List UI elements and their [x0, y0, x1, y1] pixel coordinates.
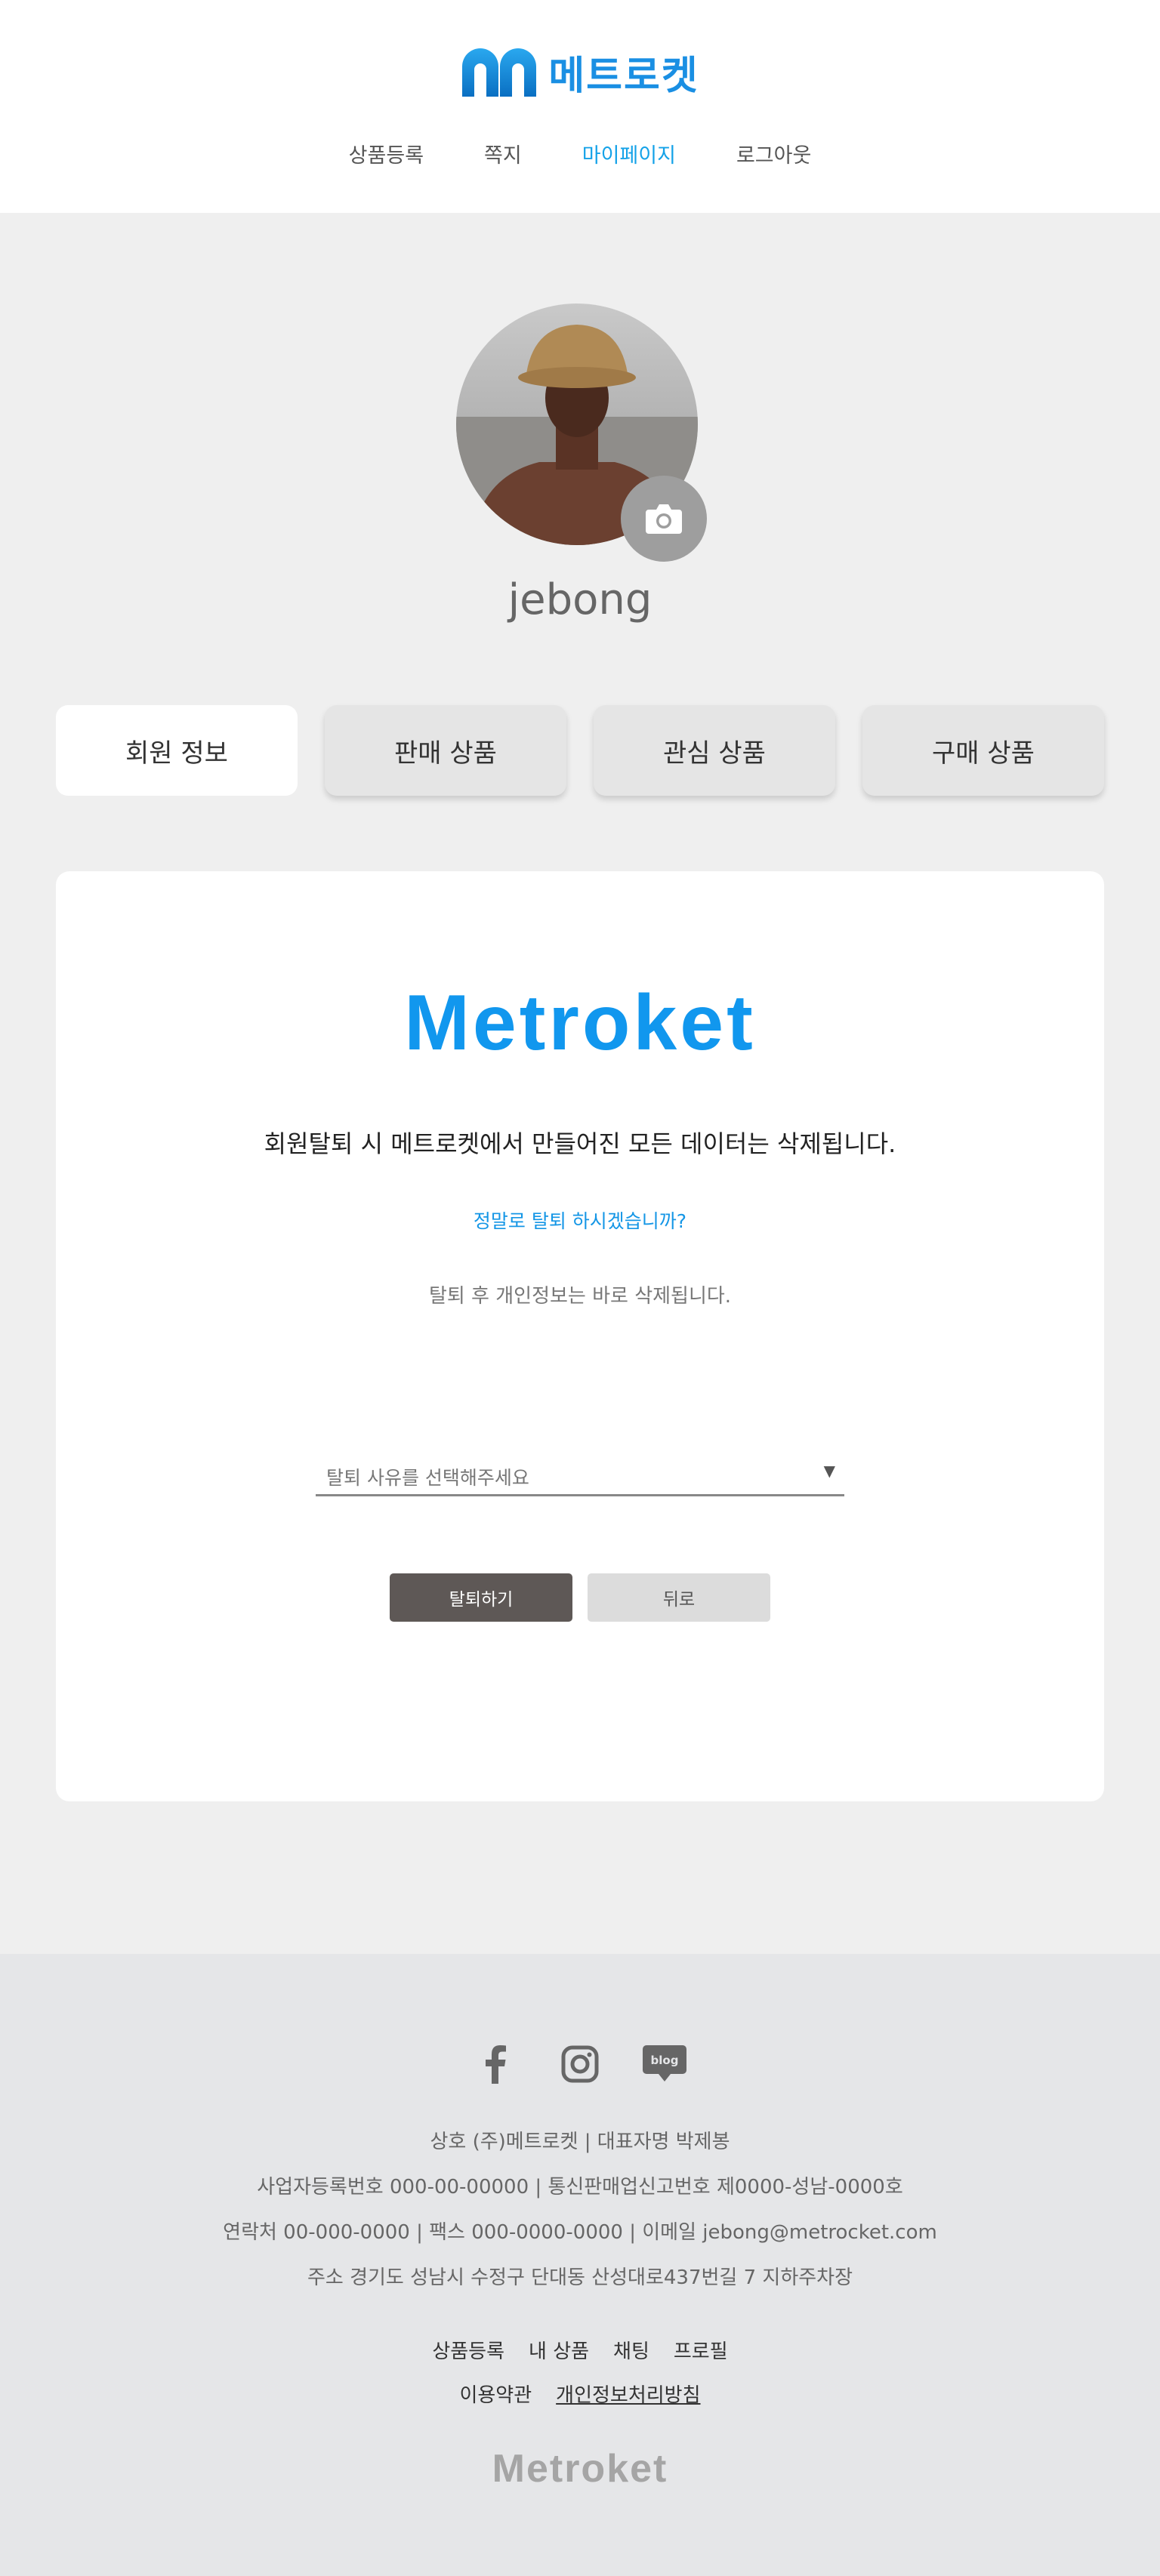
site-footer: blog 상호 (주)메트로켓 | 대표자명 박제봉 사업자등록번호 000-0… [0, 1954, 1160, 2576]
chevron-down-icon: ▼ [823, 1462, 835, 1480]
logo-mark-icon [462, 48, 537, 97]
site-logo[interactable]: 메트로켓 [0, 44, 1160, 100]
site-header: 메트로켓 상품등록 쪽지 마이페이지 로그아웃 [0, 0, 1160, 213]
social-links: blog [0, 2041, 1160, 2087]
mypage-tabs: 회원 정보 판매 상품 관심 상품 구매 상품 [56, 705, 1104, 796]
profile-username: jebong [508, 575, 652, 624]
withdraw-reason-placeholder: 탈퇴 사유를 선택해주세요 [326, 1467, 529, 1489]
facebook-icon[interactable] [473, 2041, 518, 2087]
tab-purchased-products[interactable]: 구매 상품 [862, 705, 1104, 796]
back-button[interactable]: 뒤로 [588, 1573, 770, 1622]
withdraw-card: Metroket 회원탈퇴 시 메트로켓에서 만들어진 모든 데이터는 삭제됩니… [56, 871, 1104, 1801]
camera-icon [646, 504, 682, 534]
nav-register-product[interactable]: 상품등록 [349, 139, 424, 168]
company-info-line-4: 주소 경기도 성남시 수정구 단대동 산성대로437번길 7 지하주차장 [307, 2266, 853, 2289]
withdraw-question: 정말로 탈퇴 하시겠습니까? [473, 1210, 687, 1232]
tab-sales-products[interactable]: 판매 상품 [325, 705, 566, 796]
withdraw-notice: 탈퇴 후 개인정보는 바로 삭제됩니다. [428, 1285, 732, 1308]
brand-logo: Metroket [404, 979, 756, 1067]
footer-link-terms[interactable]: 이용약관 [459, 2380, 532, 2408]
tab-member-info[interactable]: 회원 정보 [56, 705, 298, 796]
company-info-line-3: 연락처 00-000-0000 | 팩스 000-0000-0000 | 이메일… [223, 2221, 937, 2244]
footer-links-legal: 이용약관 개인정보처리방침 [0, 2380, 1160, 2408]
main-nav: 상품등록 쪽지 마이페이지 로그아웃 [0, 139, 1160, 168]
footer-links-main: 상품등록 내 상품 채팅 프로필 [0, 2336, 1160, 2364]
change-photo-button[interactable] [621, 476, 707, 562]
nav-messages[interactable]: 쪽지 [484, 139, 522, 168]
withdraw-button[interactable]: 탈퇴하기 [390, 1573, 572, 1622]
nav-logout[interactable]: 로그아웃 [736, 139, 811, 168]
footer-link-my-products[interactable]: 내 상품 [529, 2336, 589, 2364]
logo-text: 메트로켓 [548, 54, 699, 99]
company-info-line-2: 사업자등록번호 000-00-00000 | 통신판매업신고번호 제0000-성… [257, 2176, 903, 2199]
nav-mypage[interactable]: 마이페이지 [582, 139, 676, 168]
footer-link-register[interactable]: 상품등록 [432, 2336, 504, 2364]
footer-link-profile[interactable]: 프로필 [674, 2336, 728, 2364]
company-info-line-1: 상호 (주)메트로켓 | 대표자명 박제봉 [430, 2131, 730, 2153]
blog-icon[interactable]: blog [642, 2041, 687, 2087]
footer-brand-logo: Metroket [492, 2447, 668, 2491]
tab-wishlist-products[interactable]: 관심 상품 [594, 705, 835, 796]
withdraw-warning: 회원탈퇴 시 메트로켓에서 만들어진 모든 데이터는 삭제됩니다. [264, 1129, 896, 1158]
footer-link-chat[interactable]: 채팅 [613, 2336, 649, 2364]
footer-link-privacy[interactable]: 개인정보처리방침 [556, 2380, 700, 2408]
blog-icon-text: blog [651, 2054, 679, 2067]
instagram-icon[interactable] [557, 2041, 603, 2087]
withdraw-reason-select[interactable]: 탈퇴 사유를 선택해주세요 ▼ [316, 1453, 844, 1496]
